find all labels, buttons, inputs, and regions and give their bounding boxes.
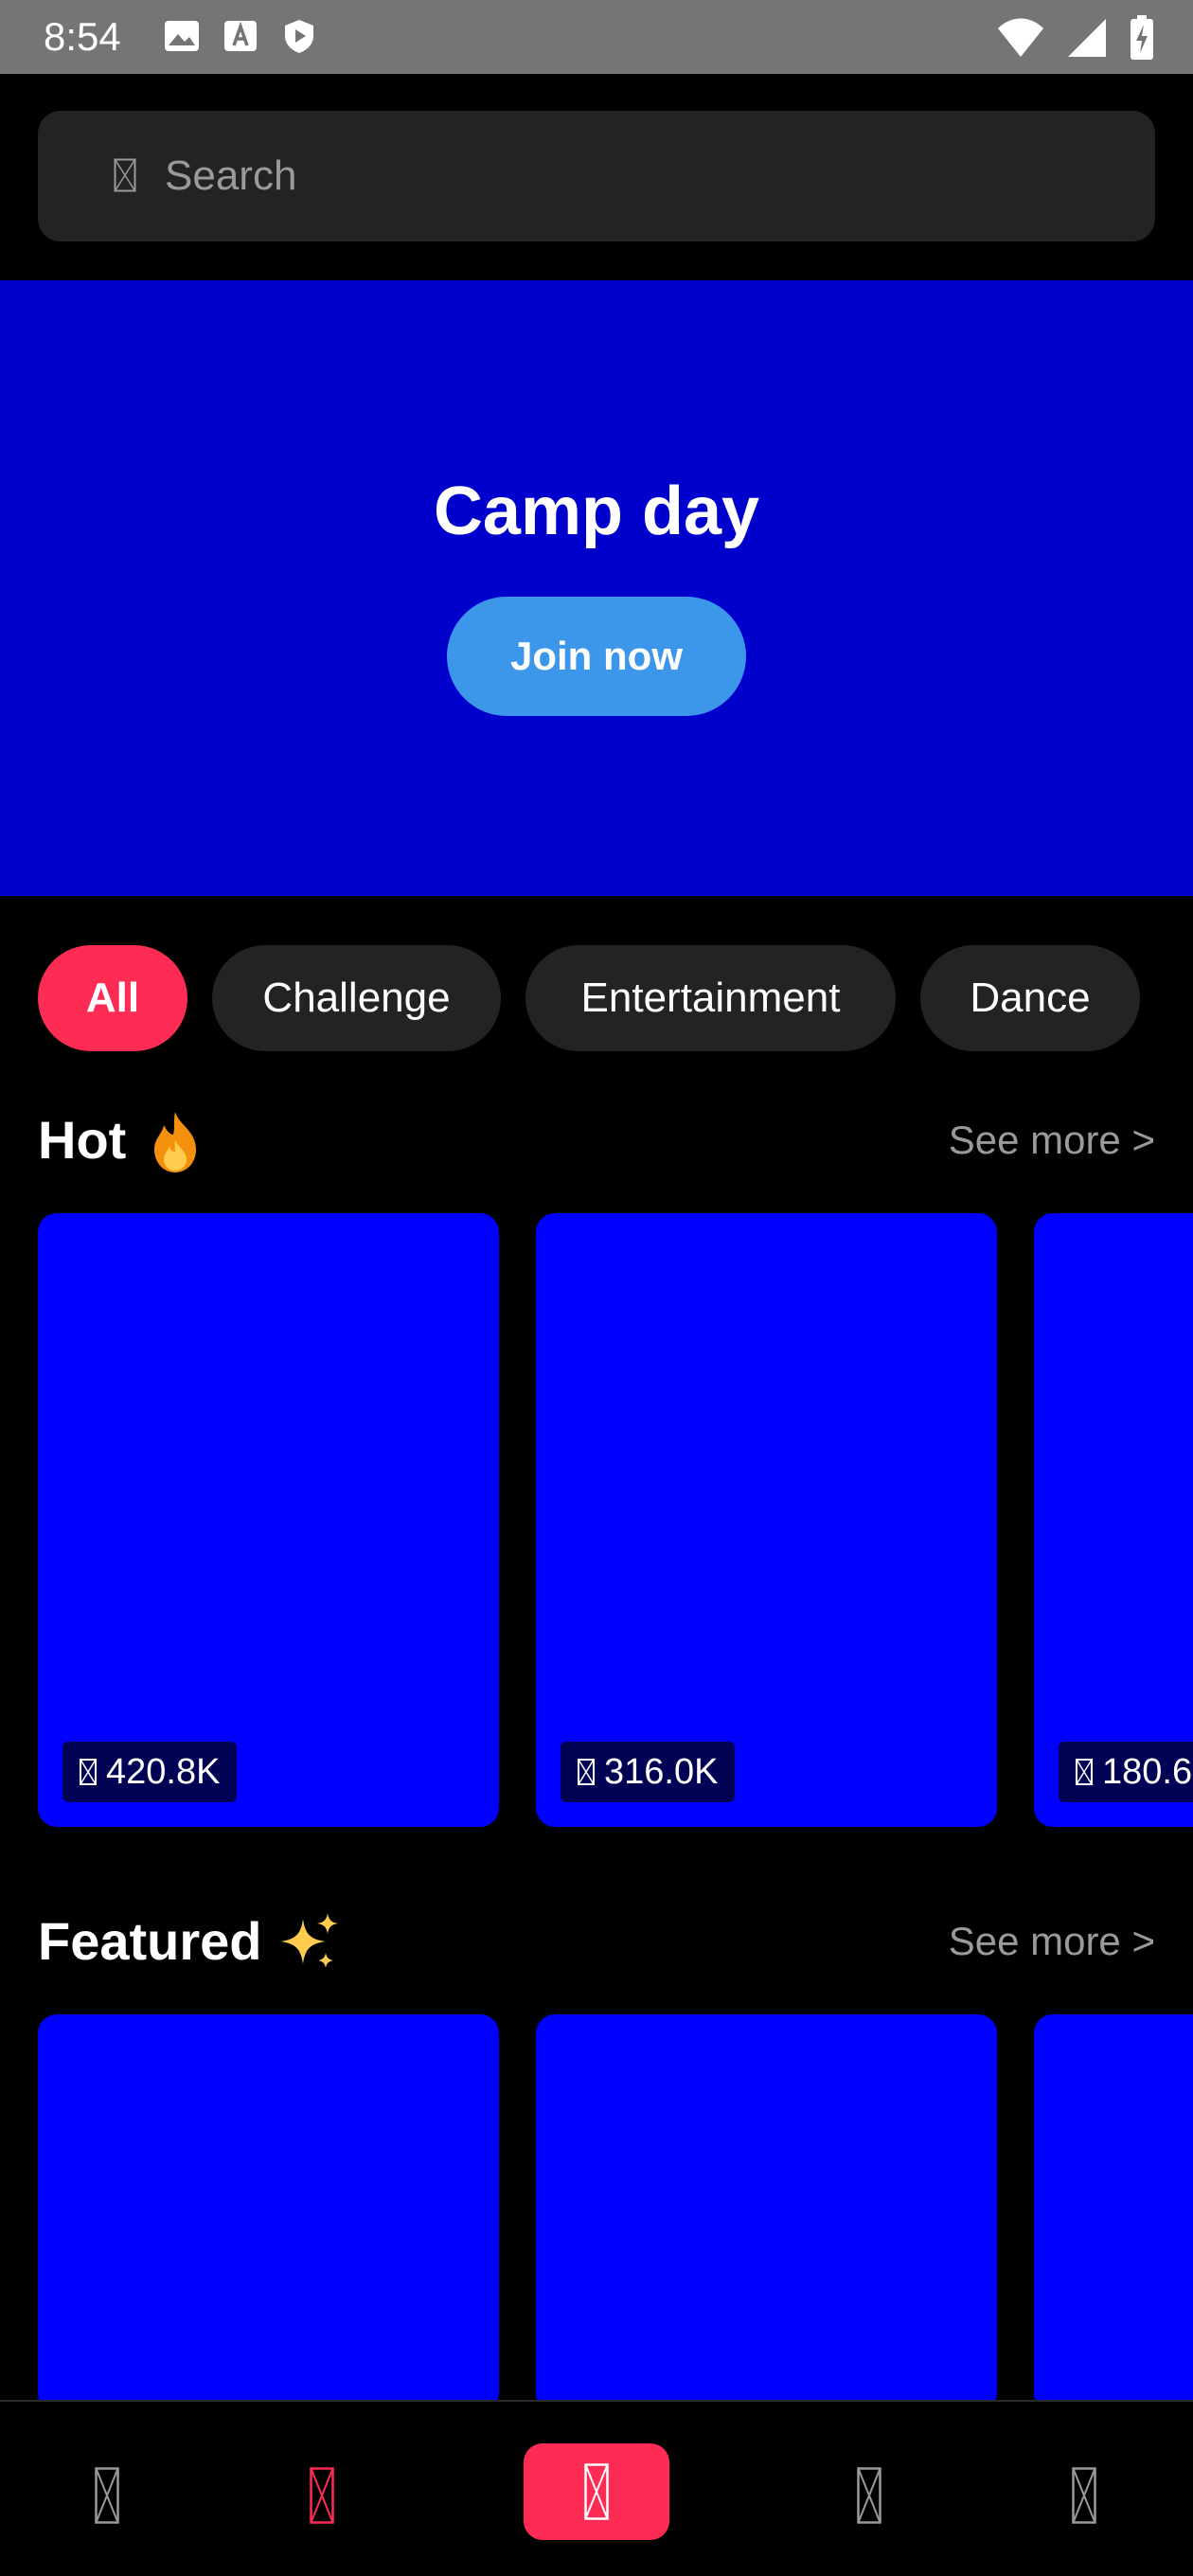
search-placeholder: Search	[165, 152, 297, 199]
search-input[interactable]: Search	[38, 111, 1155, 242]
nav-create-button[interactable]	[524, 2443, 669, 2540]
views-badge: 316.0K	[561, 1742, 736, 1802]
play-icon	[578, 1759, 595, 1785]
discover-icon	[310, 2467, 334, 2524]
shield-icon	[285, 20, 313, 53]
views-count: 180.6	[1102, 1751, 1193, 1792]
profile-icon	[1072, 2467, 1096, 2524]
banner-title: Camp day	[433, 474, 760, 549]
bottom-navigation	[0, 2400, 1193, 2576]
create-icon	[584, 2463, 609, 2520]
join-now-button[interactable]: Join now	[447, 597, 746, 716]
status-bar: 8:54	[0, 0, 1193, 74]
views-badge: 180.6	[1059, 1742, 1193, 1802]
status-notification-icons	[163, 17, 318, 55]
font-icon	[224, 21, 257, 51]
views-count: 420.8K	[106, 1751, 221, 1792]
home-icon	[95, 2467, 119, 2524]
wifi-icon	[998, 18, 1043, 57]
hot-see-more-link[interactable]: See more >	[949, 1102, 1155, 1178]
inbox-icon	[857, 2467, 881, 2524]
hot-section-title: Hot	[38, 1110, 127, 1170]
featured-card-3[interactable]	[1034, 2014, 1193, 2412]
category-chip-all[interactable]: All	[38, 945, 187, 1051]
fire-icon	[154, 1112, 196, 1172]
battery-charging-icon	[1131, 15, 1153, 60]
status-system-icons	[996, 15, 1155, 61]
sparkles-icon	[280, 1913, 338, 1968]
nav-profile[interactable]	[1037, 2443, 1131, 2548]
hot-card-3[interactable]: 180.6	[1034, 1213, 1193, 1827]
featured-card-1[interactable]	[38, 2014, 499, 2412]
status-time: 8:54	[44, 14, 121, 59]
hot-card-2[interactable]: 316.0K	[536, 1213, 997, 1827]
category-chip-dance[interactable]: Dance	[920, 945, 1140, 1051]
featured-section-title: Featured	[38, 1911, 262, 1971]
nav-inbox[interactable]	[822, 2443, 917, 2548]
category-chip-challenge[interactable]: Challenge	[212, 945, 501, 1051]
featured-see-more-link[interactable]: See more >	[949, 1904, 1155, 1979]
nav-discover[interactable]	[275, 2443, 369, 2548]
app-screen: 8:54 Search Camp day Join now All Challe…	[0, 0, 1193, 2576]
play-icon	[80, 1759, 97, 1785]
views-count: 316.0K	[604, 1751, 719, 1792]
nav-home[interactable]	[60, 2443, 154, 2548]
hot-card-1[interactable]: 420.8K	[38, 1213, 499, 1827]
signal-icon	[1068, 19, 1106, 57]
play-icon	[1076, 1759, 1093, 1785]
promo-banner[interactable]	[0, 280, 1193, 896]
featured-card-2[interactable]	[536, 2014, 997, 2412]
category-chip-entertainment[interactable]: Entertainment	[525, 945, 896, 1051]
views-badge: 420.8K	[62, 1742, 238, 1802]
search-icon	[114, 158, 136, 192]
image-icon	[165, 21, 199, 51]
